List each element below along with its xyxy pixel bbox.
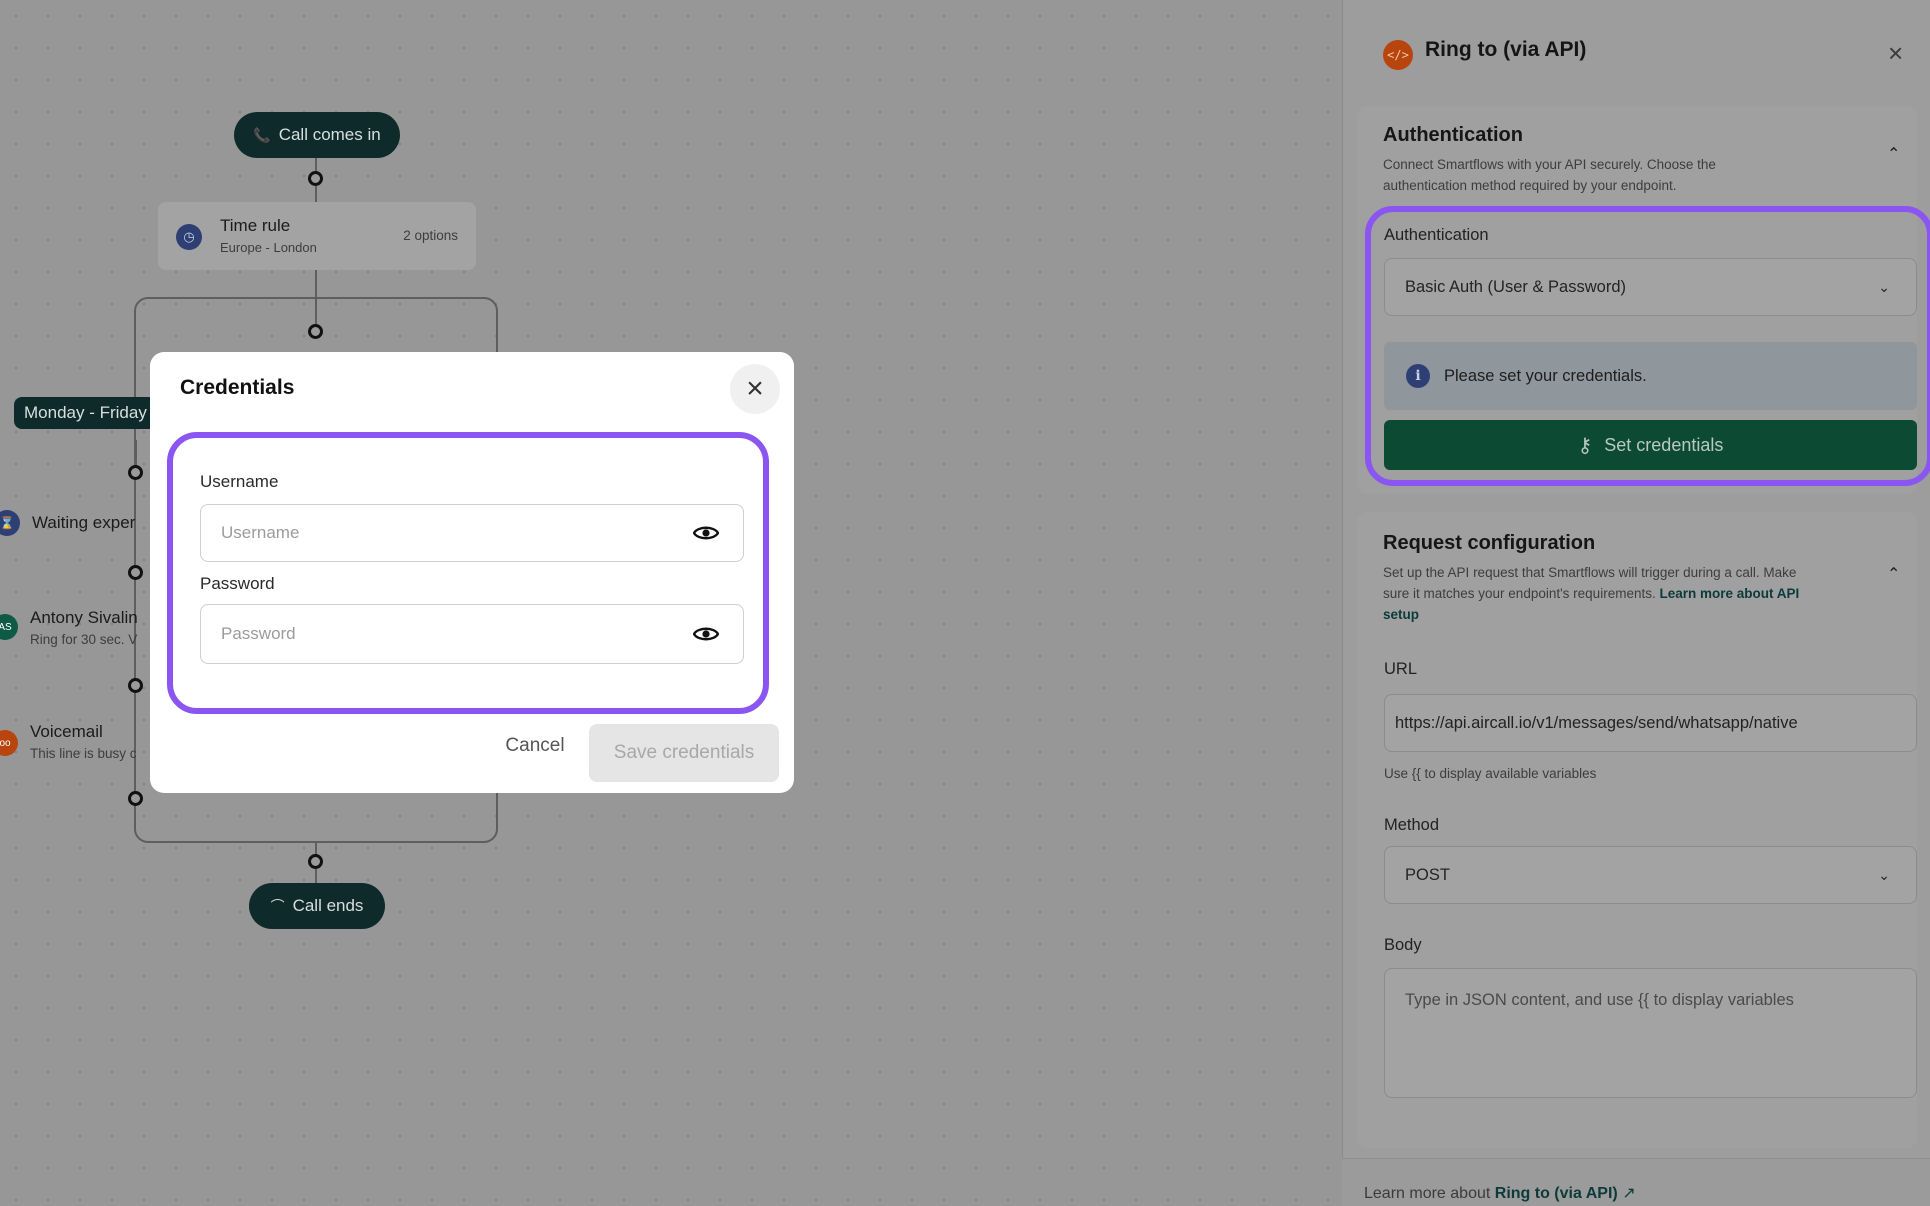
connector-dot[interactable]	[308, 324, 323, 339]
waiting-experience-node[interactable]: ⌛ Waiting exper	[0, 510, 135, 536]
panel-header: </> Ring to (via API) ×	[1343, 0, 1930, 104]
auth-section-title: Authentication	[1383, 124, 1523, 146]
close-icon[interactable]: ×	[730, 364, 780, 414]
cancel-button[interactable]: Cancel	[480, 724, 590, 768]
chevron-up-icon[interactable]: ⌃	[1887, 144, 1900, 164]
authentication-select[interactable]: Basic Auth (User & Password) ⌄	[1384, 258, 1917, 316]
time-rule-node[interactable]: ◷ Time rule Europe - London 2 options	[158, 202, 476, 270]
learn-more-api-link[interactable]: Learn more about API	[1659, 586, 1799, 601]
username-field[interactable]	[200, 504, 744, 562]
call-ends-label: Call ends	[292, 896, 364, 915]
body-textarea[interactable]: Type in JSON content, and use {{ to disp…	[1384, 968, 1917, 1098]
password-label: Password	[200, 574, 275, 593]
close-icon[interactable]: ×	[1888, 38, 1903, 69]
antony-node-title: Antony Sivalin	[30, 608, 138, 627]
method-selected-value: POST	[1405, 865, 1450, 884]
request-desc-2-text: sure it matches your endpoint's requirem…	[1383, 586, 1656, 601]
request-desc-2: sure it matches your endpoint's requirem…	[1383, 583, 1799, 604]
username-input[interactable]	[221, 505, 661, 561]
hourglass-icon: ⌛	[0, 510, 20, 536]
connector-dot[interactable]	[128, 791, 143, 806]
footer-text: Learn more about Ring to (via API) ↗	[1364, 1183, 1636, 1203]
body-label: Body	[1384, 936, 1422, 954]
url-label: URL	[1384, 660, 1418, 678]
chevron-up-icon[interactable]: ⌃	[1887, 564, 1900, 584]
username-label: Username	[200, 472, 279, 491]
url-input[interactable]: https://api.aircall.io/v1/messages/send/…	[1384, 694, 1917, 752]
antony-sivalingam-node[interactable]: AS Antony Sivalin Ring for 30 sec. V	[0, 608, 138, 647]
ring-to-api-link[interactable]: Ring to (via API)	[1495, 1185, 1618, 1202]
hangup-icon: ⌒	[270, 898, 285, 914]
auth-section-desc-1: Connect Smartflows with your API securel…	[1383, 157, 1716, 172]
authentication-selected-value: Basic Auth (User & Password)	[1405, 277, 1626, 296]
password-input[interactable]	[221, 605, 661, 663]
body-placeholder: Type in JSON content, and use {{ to disp…	[1405, 991, 1794, 1009]
password-field[interactable]	[200, 604, 744, 664]
connector-dot[interactable]	[308, 171, 323, 186]
time-rule-title: Time rule	[220, 216, 291, 235]
voicemail-node-title: Voicemail	[30, 722, 103, 741]
set-credentials-button[interactable]: ⚷ Set credentials	[1384, 420, 1917, 470]
auth-section-desc-2: authentication method required by your e…	[1383, 178, 1677, 193]
method-label: Method	[1384, 816, 1440, 834]
connector-dot[interactable]	[128, 565, 143, 580]
eye-icon[interactable]	[693, 525, 719, 541]
time-rule-subtitle: Europe - London	[220, 240, 317, 255]
antony-node-subtitle: Ring for 30 sec. V	[30, 632, 138, 647]
eye-icon[interactable]	[693, 626, 719, 642]
call-comes-in-node[interactable]: 📞 Call comes in	[234, 112, 400, 158]
footer-prefix: Learn more about	[1364, 1185, 1491, 1202]
chevron-down-icon: ⌄	[1878, 867, 1890, 883]
url-value: https://api.aircall.io/v1/messages/send/…	[1395, 713, 1798, 732]
user-avatar: AS	[0, 614, 18, 640]
call-comes-in-label: Call comes in	[278, 125, 381, 144]
connector-dot[interactable]	[308, 854, 323, 869]
panel-footer: Learn more about Ring to (via API) ↗	[1342, 1158, 1930, 1206]
connector-dot[interactable]	[128, 465, 143, 480]
info-text: Please set your credentials.	[1444, 366, 1647, 385]
credentials-info-banner: i Please set your credentials.	[1384, 342, 1917, 410]
branch-tag-monday-friday[interactable]: Monday - Friday	[14, 397, 157, 429]
authentication-field-label: Authentication	[1384, 226, 1489, 244]
save-credentials-button[interactable]: Save credentials	[589, 724, 779, 782]
phone-icon: 📞	[253, 126, 271, 143]
credentials-modal: Credentials × Username Password Cancel S…	[150, 352, 794, 793]
voicemail-icon: oo	[0, 730, 18, 756]
code-icon: </>	[1383, 40, 1413, 70]
clock-icon: ◷	[176, 224, 202, 250]
method-select[interactable]: POST ⌄	[1384, 846, 1917, 904]
voicemail-node-subtitle: This line is busy c	[30, 746, 137, 761]
voicemail-node[interactable]: oo Voicemail This line is busy c	[0, 722, 137, 761]
learn-more-api-setup-link[interactable]: setup	[1383, 607, 1419, 622]
request-desc-1: Set up the API request that Smartflows w…	[1383, 565, 1797, 580]
chevron-down-icon: ⌄	[1878, 279, 1890, 295]
set-credentials-label: Set credentials	[1604, 434, 1724, 455]
connector-dot[interactable]	[128, 678, 143, 693]
time-rule-options: 2 options	[403, 228, 458, 243]
request-section-title: Request configuration	[1383, 532, 1596, 554]
external-link-icon[interactable]: ↗	[1622, 1185, 1635, 1202]
url-hint: Use {{ to display available variables	[1384, 766, 1597, 781]
waiting-node-title: Waiting exper	[32, 513, 136, 532]
panel-title: Ring to (via API)	[1425, 38, 1587, 61]
connector-line	[315, 186, 317, 202]
key-icon: ⚷	[1577, 434, 1593, 457]
request-desc-3: setup	[1383, 604, 1419, 625]
info-icon: i	[1406, 364, 1430, 388]
modal-title: Credentials	[180, 376, 295, 399]
call-ends-node[interactable]: ⌒ Call ends	[249, 883, 385, 929]
